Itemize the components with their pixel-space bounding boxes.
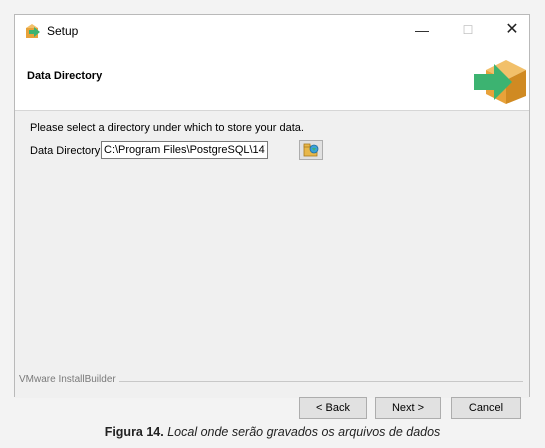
back-button[interactable]: < Back: [299, 397, 367, 419]
folder-browse-icon: [303, 143, 319, 157]
data-directory-label: Data Directory: [30, 145, 101, 157]
window-title: Setup: [47, 24, 79, 38]
close-button[interactable]: ✕: [489, 15, 535, 46]
footer-divider: [119, 381, 523, 382]
install-box-arrow-icon: [474, 60, 526, 104]
wizard-header: Data Directory: [15, 46, 529, 111]
figure-label: Figura 14.: [104, 425, 164, 439]
minimize-button[interactable]: —: [399, 15, 445, 46]
wizard-body: Please select a directory under which to…: [15, 111, 529, 419]
next-button[interactable]: Next >: [375, 397, 441, 419]
setup-app-icon: [26, 24, 40, 38]
figure-caption: Figura 14. Local onde serão gravados os …: [0, 425, 545, 439]
title-bar[interactable]: Setup — ☐ ✕: [15, 15, 529, 46]
data-directory-input[interactable]: [101, 141, 268, 159]
maximize-button[interactable]: ☐: [445, 15, 491, 46]
setup-window: Setup — ☐ ✕ Data Directory Please select…: [14, 14, 530, 419]
browse-folder-button[interactable]: [299, 140, 323, 160]
directory-prompt: Please select a directory under which to…: [30, 122, 304, 134]
page-title: Data Directory: [27, 70, 103, 82]
footer-brand: VMware InstallBuilder: [19, 374, 116, 385]
figure-caption-text: Local onde serão gravados os arquivos de…: [163, 425, 441, 439]
cancel-button[interactable]: Cancel: [451, 397, 521, 419]
